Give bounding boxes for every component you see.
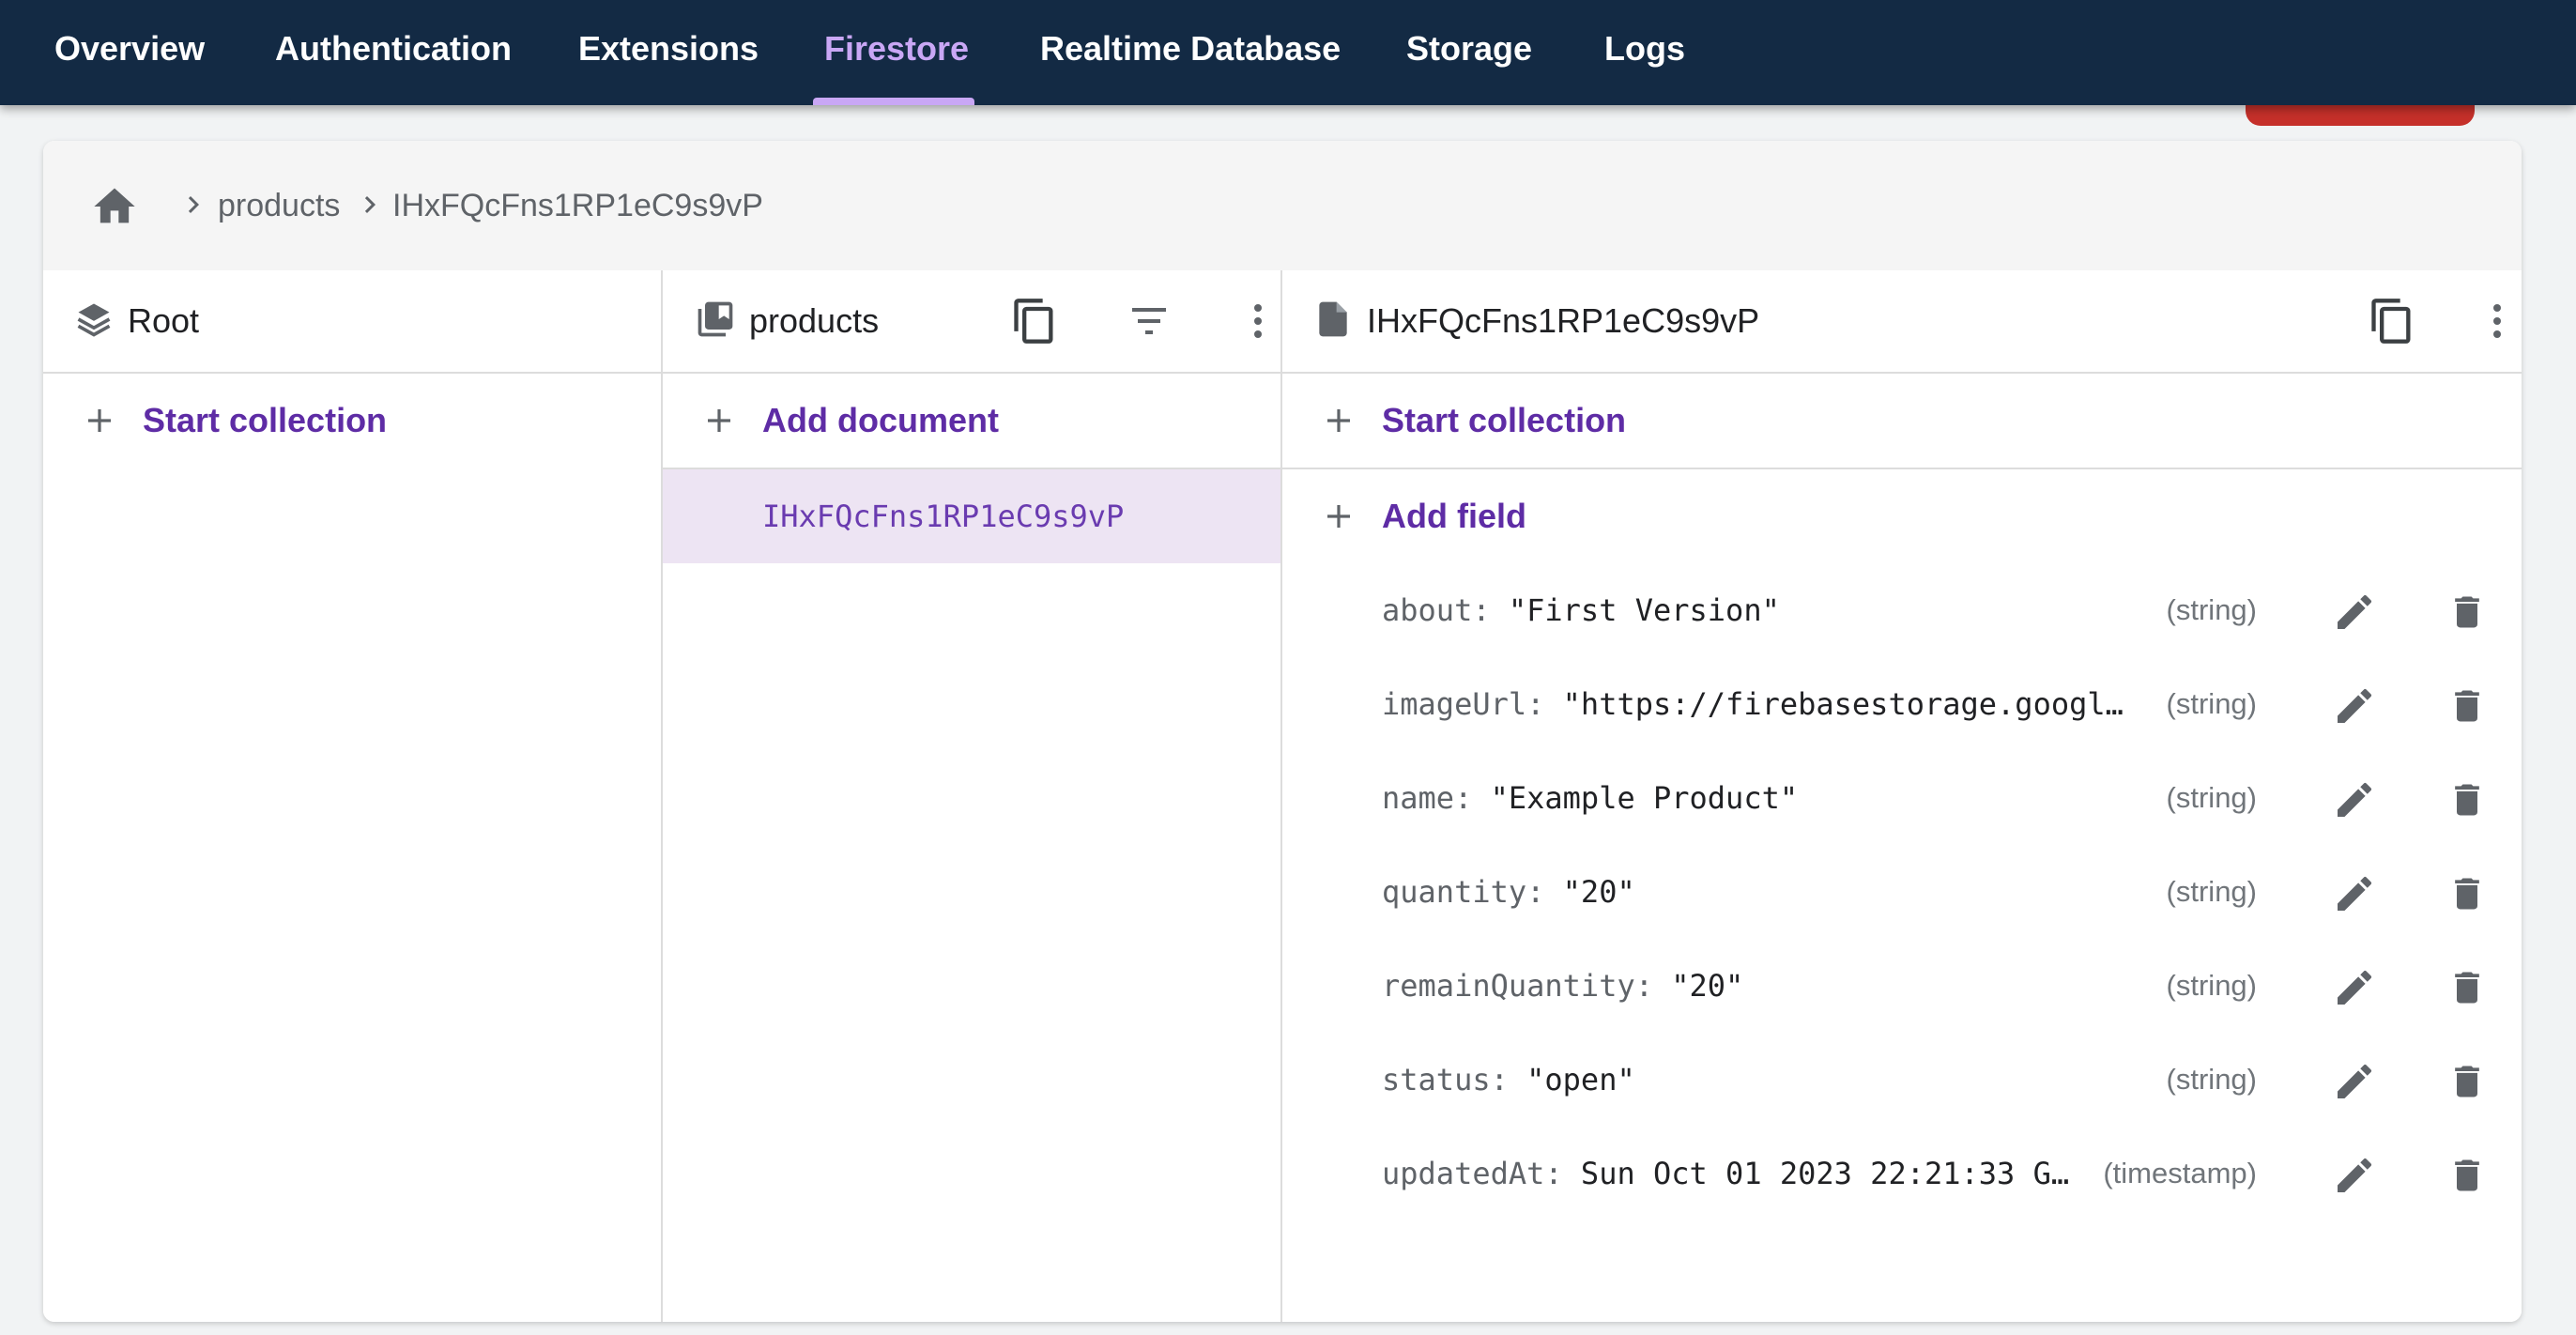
start-subcollection-button[interactable]: Start collection (1282, 374, 2522, 468)
field-type: (string) (2166, 1063, 2257, 1096)
field-value: "open" (1526, 1062, 1635, 1097)
document-id: IHxFQcFns1RP1eC9s9vP (762, 499, 1125, 534)
tab-logs[interactable]: Logs (1593, 0, 1696, 98)
trash-icon[interactable] (2446, 683, 2488, 729)
pencil-icon[interactable] (2332, 777, 2377, 822)
pencil-icon[interactable] (2332, 683, 2377, 729)
tab-extensions[interactable]: Extensions (567, 0, 770, 98)
breadcrumb-item-products[interactable]: products (218, 182, 340, 229)
document-title: IHxFQcFns1RP1eC9s9vP (1367, 301, 1760, 340)
field-key: imageUrl: (1382, 686, 1545, 722)
field-type: (string) (2166, 875, 2257, 908)
tab-storage[interactable]: Storage (1395, 0, 1543, 98)
chevron-right-icon (188, 196, 199, 213)
field-text: quantity: "20" (1382, 867, 2155, 916)
field-type: (string) (2166, 593, 2257, 626)
breadcrumb: products IHxFQcFns1RP1eC9s9vP (43, 141, 2522, 272)
field-value: "First Version" (1508, 592, 1780, 628)
filter-icon[interactable] (1127, 299, 1172, 344)
trash-icon[interactable] (2446, 1059, 2488, 1104)
field-type: (timestamp) (2103, 1157, 2257, 1189)
field-key: quantity: (1382, 874, 1545, 910)
collection-column-header: products (663, 270, 1280, 374)
start-collection-button[interactable]: Start collection (43, 374, 661, 468)
trash-icon[interactable] (2446, 777, 2488, 822)
field-row[interactable]: remainQuantity: "20" (string) (1282, 939, 2522, 1033)
field-key: remainQuantity: (1382, 968, 1653, 1004)
field-row[interactable]: about: "First Version" (string) (1282, 563, 2522, 657)
field-type: (string) (2166, 781, 2257, 814)
field-text: remainQuantity: "20" (1382, 961, 2155, 1010)
active-tab-indicator (813, 98, 974, 105)
more-vert-icon[interactable] (2475, 299, 2520, 344)
root-column: Root Start collection (43, 270, 663, 1322)
document-icon (1319, 301, 1347, 337)
copy-icon[interactable] (2368, 297, 2416, 345)
field-text: about: "First Version" (1382, 586, 2155, 635)
trash-icon[interactable] (2446, 1153, 2488, 1198)
field-row[interactable]: updatedAt: Sun Oct 01 2023 22:21:33 G… (t… (1282, 1127, 2522, 1220)
field-row[interactable]: name: "Example Product" (string) (1282, 751, 2522, 845)
field-text: status: "open" (1382, 1055, 2155, 1104)
trash-icon[interactable] (2446, 871, 2488, 916)
pencil-icon[interactable] (2332, 590, 2377, 635)
add-document-button[interactable]: Add document (663, 374, 1280, 468)
field-text: name: "Example Product" (1382, 774, 2155, 822)
document-column: IHxFQcFns1RP1eC9s9vP Start collection Ad… (1282, 270, 2522, 1322)
document-column-header: IHxFQcFns1RP1eC9s9vP (1282, 270, 2522, 374)
field-type: (string) (2166, 687, 2257, 720)
top-nav: Overview Authentication Extensions Fires… (0, 0, 2576, 105)
pencil-icon[interactable] (2332, 871, 2377, 916)
field-value: "Example Product" (1490, 780, 1799, 816)
field-value: "20" (1671, 968, 1744, 1004)
home-icon[interactable] (90, 182, 139, 231)
tab-firestore[interactable]: Firestore (813, 0, 980, 98)
field-row[interactable]: quantity: "20" (string) (1282, 845, 2522, 939)
plus-icon (1327, 409, 1350, 432)
field-row[interactable]: status: "open" (string) (1282, 1033, 2522, 1127)
tab-realtime-database[interactable]: Realtime Database (1029, 0, 1352, 98)
breadcrumb-item-document[interactable]: IHxFQcFns1RP1eC9s9vP (392, 182, 763, 229)
field-value: "20" (1562, 874, 1635, 910)
tab-authentication[interactable]: Authentication (264, 0, 523, 98)
plus-icon (1327, 505, 1350, 528)
field-type: (string) (2166, 969, 2257, 1002)
stack-icon (77, 303, 111, 337)
collection-icon (698, 301, 733, 337)
start-collection-label: Start collection (1382, 401, 1627, 439)
chevron-right-icon (364, 196, 376, 213)
collection-column: products Add document IHxFQcFns1RP1eC9s9… (663, 270, 1282, 1322)
field-key: updatedAt: (1382, 1156, 1563, 1191)
plus-icon (708, 409, 730, 432)
pencil-icon[interactable] (2332, 1059, 2377, 1104)
field-key: status: (1382, 1062, 1509, 1097)
field-value: Sun Oct 01 2023 22:21:33 G… (1580, 1156, 2070, 1191)
field-key: name: (1382, 780, 1473, 816)
add-field-label: Add field (1382, 497, 1526, 535)
field-value: "https://firebasestorage.googl… (1562, 686, 2124, 722)
tab-overview[interactable]: Overview (43, 0, 216, 98)
root-column-header: Root (43, 270, 661, 374)
field-text: updatedAt: Sun Oct 01 2023 22:21:33 G… (1382, 1149, 2155, 1198)
field-key: about: (1382, 592, 1491, 628)
root-title: Root (128, 301, 200, 340)
field-text: imageUrl: "https://firebasestorage.googl… (1382, 680, 2155, 729)
firestore-data-panel: products IHxFQcFns1RP1eC9s9vP Root Start… (43, 141, 2522, 1322)
pencil-icon[interactable] (2332, 1153, 2377, 1198)
field-row[interactable]: imageUrl: "https://firebasestorage.googl… (1282, 657, 2522, 751)
pencil-icon[interactable] (2332, 965, 2377, 1010)
more-vert-icon[interactable] (1235, 299, 1280, 344)
document-list-item[interactable]: IHxFQcFns1RP1eC9s9vP (663, 469, 1280, 563)
copy-icon[interactable] (1010, 297, 1059, 345)
trash-icon[interactable] (2446, 590, 2488, 635)
collection-title: products (749, 301, 880, 340)
start-collection-label: Start collection (143, 401, 388, 439)
trash-icon[interactable] (2446, 965, 2488, 1010)
add-field-button[interactable]: Add field (1282, 469, 2522, 563)
add-document-label: Add document (762, 401, 999, 439)
plus-icon (88, 409, 111, 432)
